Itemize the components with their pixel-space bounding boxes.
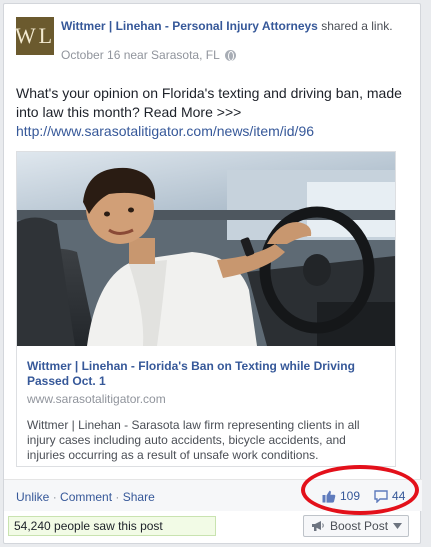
comment-bubble-icon[interactable]	[374, 489, 388, 503]
comment-link[interactable]: Comment	[60, 490, 112, 504]
globe-icon[interactable]	[224, 49, 236, 61]
action-separator: ·	[52, 490, 57, 504]
news-feed-post: WL Wittmer | Linehan - Personal Injury A…	[3, 3, 422, 545]
link-preview-card[interactable]: Wittmer | Linehan - Florida's Ban on Tex…	[16, 151, 396, 467]
shared-action-text: shared a link.	[321, 19, 393, 33]
message-text: What's your opinion on Florida's texting…	[16, 85, 402, 120]
page-avatar[interactable]: WL	[14, 17, 56, 55]
avatar-monogram: WL	[14, 23, 56, 48]
post-actions-bar: Unlike · Comment · Share 109 44	[4, 479, 422, 511]
page-scrollbar[interactable]	[425, 0, 431, 547]
card-domain: www.sarasotalitigator.com	[27, 392, 166, 406]
link-preview-image	[17, 152, 395, 346]
megaphone-icon	[312, 521, 324, 531]
post-date[interactable]: October 16 near Sarasota, FL	[61, 48, 220, 62]
chevron-down-icon	[393, 523, 403, 529]
post-insights-row: 54,240 people saw this post Boost Post	[4, 511, 422, 545]
card-title[interactable]: Wittmer | Linehan - Florida's Ban on Tex…	[27, 359, 387, 389]
post-header: Wittmer | Linehan - Personal Injury Atto…	[61, 18, 401, 34]
page-name-link[interactable]: Wittmer | Linehan - Personal Injury Atto…	[61, 19, 318, 33]
post-meta: October 16 near Sarasota, FL	[61, 48, 236, 62]
people-saw-post[interactable]: 54,240 people saw this post	[8, 516, 216, 536]
teen-texting-while-driving-photo[interactable]	[17, 152, 395, 346]
card-description: Wittmer | Linehan - Sarasota law firm re…	[27, 418, 360, 462]
action-separator: ·	[115, 490, 120, 504]
comment-count[interactable]: 44	[392, 489, 405, 503]
action-links: Unlike · Comment · Share	[16, 490, 155, 504]
share-link[interactable]: Share	[123, 490, 155, 504]
message-link[interactable]: http://www.sarasotalitigator.com/news/it…	[16, 122, 411, 141]
boost-post-label: Boost Post	[330, 519, 389, 533]
unlike-link[interactable]: Unlike	[16, 490, 49, 504]
card-text: Wittmer | Linehan - Florida's Ban on Tex…	[27, 359, 387, 463]
like-count[interactable]: 109	[340, 489, 360, 503]
post-message: What's your opinion on Florida's texting…	[16, 84, 411, 141]
engagement-counts: 109 44	[322, 489, 405, 503]
boost-post-button[interactable]: Boost Post	[303, 515, 409, 537]
thumbs-up-icon[interactable]	[322, 490, 336, 503]
